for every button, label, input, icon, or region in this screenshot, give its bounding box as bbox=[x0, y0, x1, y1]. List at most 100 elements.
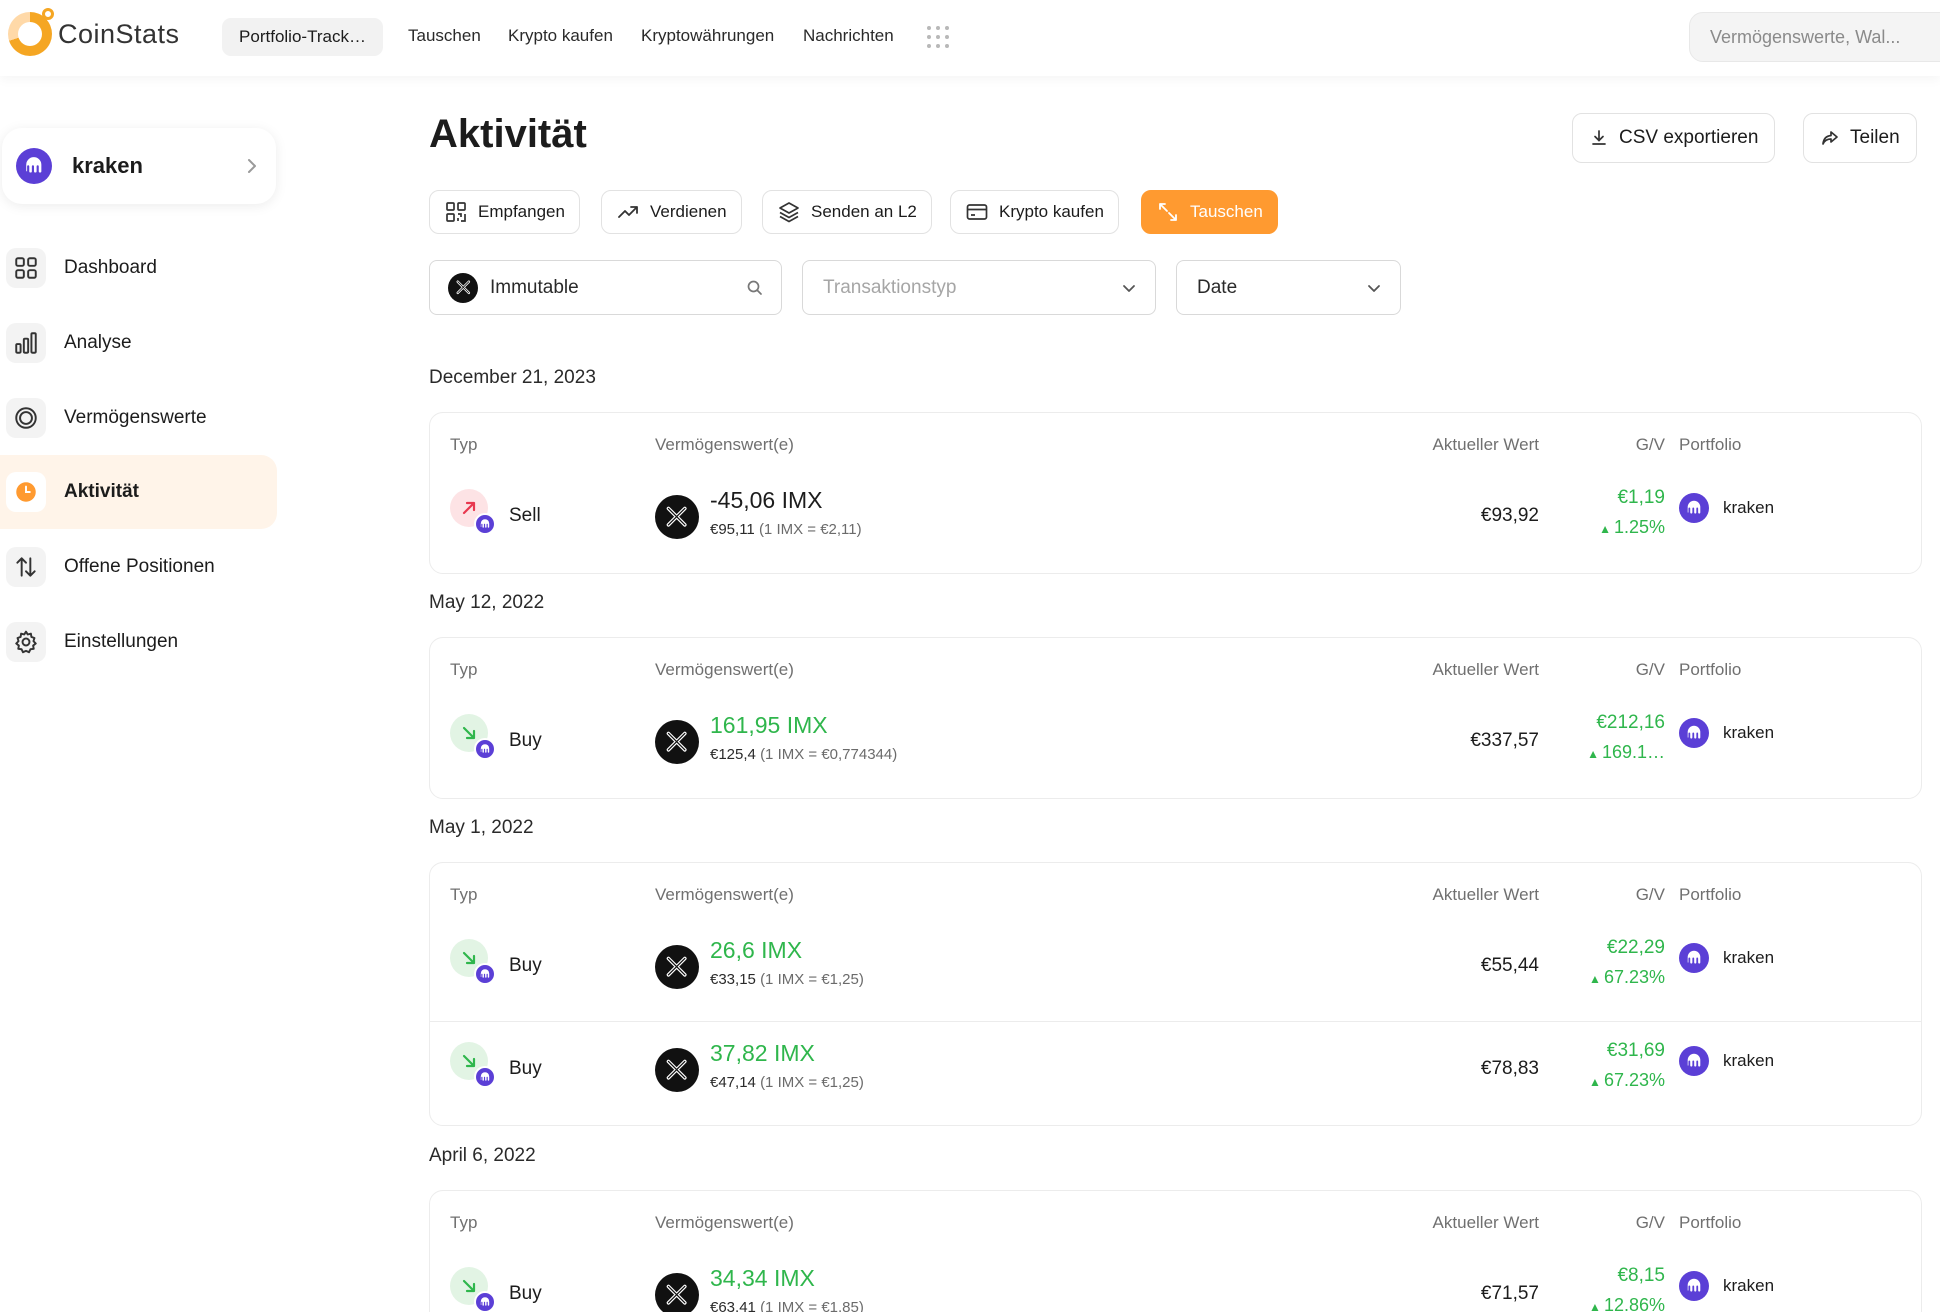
current-value: €78,83 bbox=[1480, 1058, 1539, 1079]
nav-tauschen[interactable]: Tauschen bbox=[408, 26, 481, 46]
transaction-row[interactable]: Sell -45,06 IMX €95,11 (1 IMX = €2,11) €93,… bbox=[430, 469, 1921, 569]
table-header: Typ Vermögenswert(e) Aktueller Wert G/V Port… bbox=[430, 1191, 1921, 1247]
nav-nachrichten[interactable]: Nachrichten bbox=[803, 26, 894, 46]
receive-button[interactable]: Empfangen bbox=[429, 190, 580, 234]
portfolio-cell: kraken bbox=[1679, 1046, 1774, 1076]
buy-crypto-label: Krypto kaufen bbox=[999, 202, 1104, 221]
date-group-label: December 21, 2023 bbox=[429, 367, 596, 388]
asset-rate: (1 IMX = €0,774344) bbox=[760, 746, 898, 763]
portfolio-selector[interactable]: kraken bbox=[2, 128, 276, 204]
earn-label: Verdienen bbox=[650, 202, 727, 221]
column-header-current-value: Aktueller Wert bbox=[1432, 885, 1539, 904]
date-select-value: Date bbox=[1197, 276, 1238, 298]
asset-cost: €125,4 bbox=[710, 746, 756, 763]
sidebar-item-label: Vermögenswerte bbox=[64, 407, 207, 428]
swap-button[interactable]: Tauschen bbox=[1141, 190, 1278, 234]
transaction-row[interactable]: Buy 26,6 IMX €33,15 (1 IMX = €1,25) €55,44 €… bbox=[430, 919, 1921, 1019]
portfolio-name: kraken bbox=[1723, 1276, 1775, 1295]
column-header-type: Typ bbox=[450, 885, 478, 904]
nav-portfolio-tracker[interactable]: Portfolio-Track… bbox=[222, 18, 383, 56]
transaction-row[interactable]: Buy 37,82 IMX €47,14 (1 IMX = €1,25) €78,83… bbox=[430, 1021, 1921, 1121]
column-header-current-value: Aktueller Wert bbox=[1432, 1213, 1539, 1232]
transaction-group-card: Typ Vermögenswert(e) Aktueller Wert G/V Port… bbox=[429, 412, 1922, 574]
asset-rate: (1 IMX = €1,25) bbox=[760, 971, 864, 988]
sidebar-item-vermoegenswerte[interactable]: Vermögenswerte bbox=[0, 381, 277, 455]
column-header-pnl: G/V bbox=[1635, 885, 1665, 904]
kraken-badge-icon bbox=[474, 513, 496, 535]
share-button[interactable]: Teilen bbox=[1803, 113, 1917, 163]
sidebar-item-dashboard[interactable]: Dashboard bbox=[0, 231, 277, 305]
apps-grid-icon[interactable] bbox=[927, 26, 949, 48]
kraken-logo-icon bbox=[1679, 493, 1709, 523]
asset-cost-detail: €95,11 (1 IMX = €2,11) bbox=[710, 521, 862, 538]
portfolio-name: kraken bbox=[1723, 498, 1775, 517]
share-icon bbox=[1822, 131, 1838, 145]
date-group-label: April 6, 2022 bbox=[429, 1145, 536, 1166]
earn-button[interactable]: Verdienen bbox=[601, 190, 742, 234]
pnl-value: €212,16 bbox=[1596, 712, 1665, 733]
global-search-input[interactable]: Vermögenswerte, Wal... bbox=[1689, 12, 1940, 62]
top-navigation: CoinStats Portfolio-Track… Tauschen Kryp… bbox=[0, 0, 1940, 76]
portfolio-cell: kraken bbox=[1679, 718, 1774, 748]
credit-card-icon bbox=[966, 204, 988, 220]
pnl-value: €8,15 bbox=[1617, 1265, 1665, 1286]
pnl-percent: 67.23% bbox=[1589, 967, 1665, 988]
asset-cost-detail: €63,41 (1 IMX = €1,85) bbox=[710, 1299, 864, 1312]
buy-crypto-button[interactable]: Krypto kaufen bbox=[950, 190, 1119, 234]
portfolio-name: kraken bbox=[72, 153, 143, 178]
column-header-portfolio: Portfolio bbox=[1679, 435, 1742, 454]
asset-cost: €33,15 bbox=[710, 971, 756, 988]
current-value: €71,57 bbox=[1480, 1283, 1539, 1304]
sidebar-item-einstellungen[interactable]: Einstellungen bbox=[0, 605, 277, 679]
pnl-value: €31,69 bbox=[1606, 1040, 1665, 1061]
column-header-asset: Vermögenswert(e) bbox=[655, 1213, 794, 1232]
transaction-row[interactable]: Buy 161,95 IMX €125,4 (1 IMX = €0,774344) €… bbox=[430, 694, 1921, 794]
asset-rate: (1 IMX = €1,25) bbox=[760, 1074, 864, 1091]
immutable-x-icon bbox=[655, 1048, 699, 1092]
sidebar-item-aktivitaet[interactable]: Aktivität bbox=[0, 455, 277, 529]
pnl-percent: 169.1… bbox=[1587, 742, 1665, 763]
global-search-placeholder: Vermögenswerte, Wal... bbox=[1710, 26, 1901, 47]
asset-cost-detail: €125,4 (1 IMX = €0,774344) bbox=[710, 746, 897, 763]
sidebar-item-offene-positionen[interactable]: Offene Positionen bbox=[0, 530, 277, 604]
kraken-logo-icon bbox=[1679, 1271, 1709, 1301]
swap-arrows-icon bbox=[1159, 203, 1177, 221]
transaction-row[interactable]: Buy 34,34 IMX €63,41 (1 IMX = €1,85) €71,57… bbox=[430, 1247, 1921, 1312]
sidebar-item-label: Aktivität bbox=[64, 481, 139, 502]
immutable-x-icon bbox=[655, 720, 699, 764]
column-header-asset: Vermögenswert(e) bbox=[655, 435, 794, 454]
column-header-pnl: G/V bbox=[1635, 1213, 1665, 1232]
asset-filter-input[interactable]: Immutable bbox=[429, 260, 782, 315]
kraken-logo-icon bbox=[16, 148, 52, 184]
asset-amount: 161,95 IMX bbox=[710, 712, 828, 738]
send-to-l2-button[interactable]: Senden an L2 bbox=[762, 190, 932, 234]
kraken-badge-icon bbox=[474, 1066, 496, 1088]
dashboard-icon bbox=[6, 248, 46, 288]
qr-code-icon bbox=[446, 202, 466, 222]
date-select[interactable]: Date bbox=[1176, 260, 1401, 315]
coinstats-logo[interactable]: CoinStats bbox=[8, 8, 180, 56]
transaction-group-card: Typ Vermögenswert(e) Aktueller Wert G/V Port… bbox=[429, 1190, 1922, 1312]
chevron-down-icon bbox=[1123, 285, 1135, 292]
asset-cost-detail: €47,14 (1 IMX = €1,25) bbox=[710, 1074, 864, 1091]
transaction-type-select[interactable]: Transaktionstyp bbox=[802, 260, 1156, 315]
nav-kryptowaehrungen[interactable]: Kryptowährungen bbox=[641, 26, 774, 46]
pnl-percent: 12.86% bbox=[1589, 1295, 1665, 1312]
csv-export-button[interactable]: CSV exportieren bbox=[1572, 113, 1776, 163]
nav-krypto-kaufen[interactable]: Krypto kaufen bbox=[508, 26, 613, 46]
column-header-type: Typ bbox=[450, 660, 478, 679]
date-group-label: May 1, 2022 bbox=[429, 817, 534, 838]
column-header-pnl: G/V bbox=[1635, 660, 1665, 679]
table-header: Typ Vermögenswert(e) Aktueller Wert G/V Port… bbox=[430, 638, 1921, 694]
share-label: Teilen bbox=[1850, 127, 1900, 148]
sidebar-item-analyse[interactable]: Analyse bbox=[0, 306, 277, 380]
column-header-asset: Vermögenswert(e) bbox=[655, 660, 794, 679]
asset-amount: -45,06 IMX bbox=[710, 487, 823, 513]
pnl-percent: 67.23% bbox=[1589, 1070, 1665, 1091]
column-header-current-value: Aktueller Wert bbox=[1432, 660, 1539, 679]
portfolio-cell: kraken bbox=[1679, 943, 1774, 973]
gear-icon bbox=[6, 622, 46, 662]
transaction-group-card: Typ Vermögenswert(e) Aktueller Wert G/V Port… bbox=[429, 637, 1922, 799]
current-value: €55,44 bbox=[1480, 955, 1539, 976]
page-title: Aktivität bbox=[429, 112, 587, 156]
